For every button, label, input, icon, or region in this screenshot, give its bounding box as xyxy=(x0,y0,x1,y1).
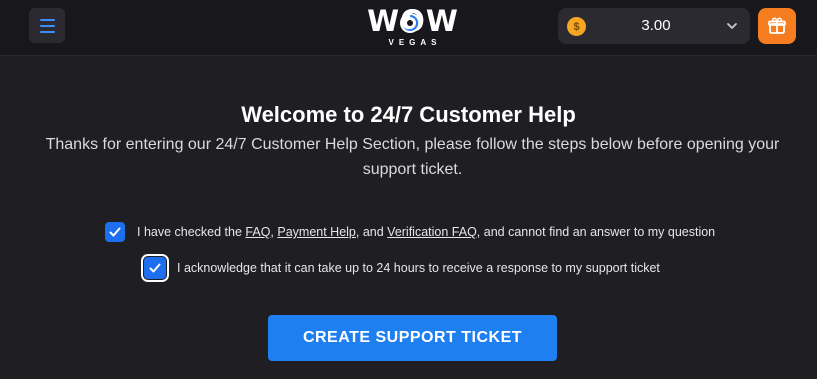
payment-help-link[interactable]: Payment Help xyxy=(277,225,356,239)
checklist-label: I have checked the FAQ, Payment Help, an… xyxy=(137,225,716,239)
logo[interactable]: WOW VEGAS xyxy=(362,6,464,48)
verification-faq-link[interactable]: Verification FAQ xyxy=(387,225,477,239)
checkmark-icon xyxy=(149,263,161,273)
faq-link[interactable]: FAQ xyxy=(245,225,270,239)
checklist-item-faq: I have checked the FAQ, Payment Help, an… xyxy=(105,222,715,242)
page-title: Welcome to 24/7 Customer Help xyxy=(241,102,576,127)
gift-button[interactable] xyxy=(758,8,796,44)
coin-icon: $ xyxy=(567,17,586,36)
faq-checkbox[interactable] xyxy=(105,222,125,242)
acknowledge-checkbox[interactable] xyxy=(141,254,169,282)
top-bar: WOW VEGAS $ 3.00 xyxy=(0,0,817,56)
balance-selector[interactable]: $ 3.00 xyxy=(558,8,750,44)
logo-swirl-icon xyxy=(400,13,420,33)
gift-icon xyxy=(768,17,786,34)
chevron-down-icon xyxy=(727,23,737,29)
create-support-ticket-button[interactable]: CREATE SUPPORT TICKET xyxy=(268,315,557,361)
balance-value: 3.00 xyxy=(641,17,671,34)
page-subtitle: Thanks for entering our 24/7 Customer He… xyxy=(45,136,780,178)
checklist-label: I acknowledge that it can take up to 24 … xyxy=(177,261,660,275)
menu-button[interactable] xyxy=(29,8,65,43)
checkmark-icon xyxy=(109,227,121,237)
hamburger-menu-icon xyxy=(39,18,55,21)
logo-subtext: VEGAS xyxy=(388,38,442,47)
checklist-item-acknowledge: I acknowledge that it can take up to 24 … xyxy=(141,254,660,282)
